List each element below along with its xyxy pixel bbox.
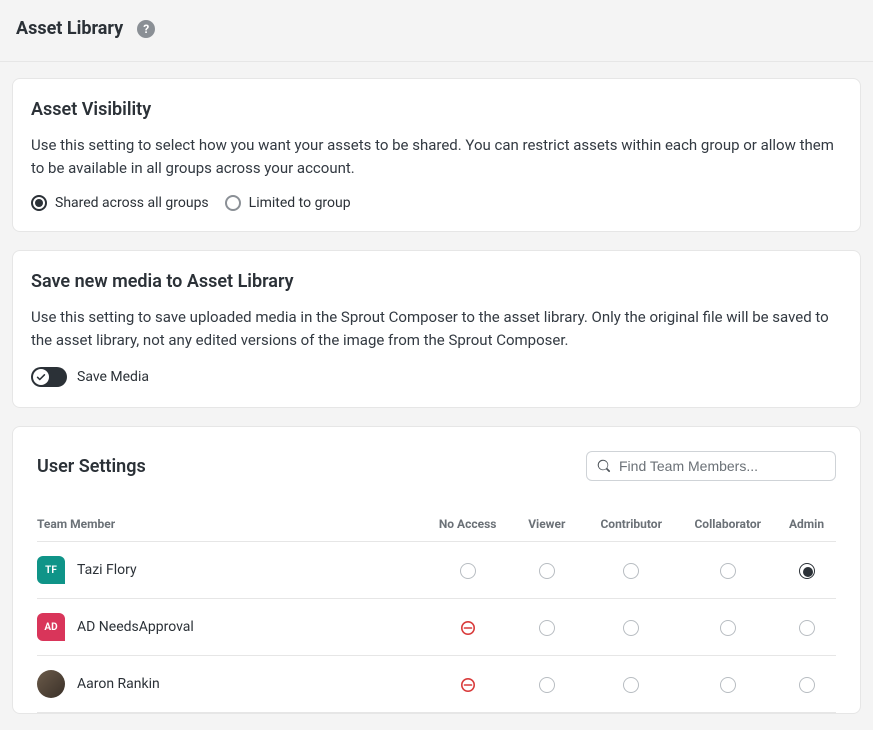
access-radio[interactable] (720, 677, 736, 693)
col-header-collaborator: Collaborator (678, 507, 777, 542)
save-media-title: Save new media to Asset Library (31, 271, 842, 292)
access-radio[interactable] (623, 677, 639, 693)
page-title: Asset Library (16, 18, 123, 39)
no-access-blocked-icon (460, 620, 476, 636)
search-team-members[interactable] (586, 451, 836, 481)
toggle-knob-check-icon (33, 369, 49, 385)
search-input[interactable] (619, 458, 825, 474)
access-cell-collaborator[interactable] (678, 656, 777, 713)
visibility-radio-group: Shared across all groups Limited to grou… (31, 195, 842, 211)
col-header-member: Team Member (37, 507, 426, 542)
access-radio[interactable] (623, 620, 639, 636)
user-settings-title: User Settings (37, 456, 146, 477)
access-radio[interactable] (623, 563, 639, 579)
access-radio[interactable] (799, 677, 815, 693)
member-name: AD NeedsApproval (77, 619, 194, 635)
help-icon[interactable]: ? (137, 20, 155, 38)
access-cell-admin[interactable] (777, 542, 836, 599)
access-cell-contributor[interactable] (584, 599, 679, 656)
access-cell-admin[interactable] (777, 656, 836, 713)
access-radio[interactable] (799, 563, 815, 579)
visibility-option-limited[interactable]: Limited to group (225, 195, 351, 211)
access-cell-collaborator[interactable] (678, 542, 777, 599)
access-radio[interactable] (539, 563, 555, 579)
col-header-admin: Admin (777, 507, 836, 542)
col-header-viewer: Viewer (510, 507, 584, 542)
access-radio[interactable] (720, 620, 736, 636)
access-radio[interactable] (460, 563, 476, 579)
table-row: AD AD NeedsApproval (37, 599, 836, 656)
access-cell-viewer[interactable] (510, 542, 584, 599)
radio-icon (225, 195, 241, 211)
access-cell-contributor[interactable] (584, 656, 679, 713)
member-name: Tazi Flory (77, 562, 137, 578)
access-cell-admin[interactable] (777, 599, 836, 656)
access-radio[interactable] (720, 563, 736, 579)
access-cell-noaccess[interactable] (426, 656, 510, 713)
col-header-contributor: Contributor (584, 507, 679, 542)
search-icon (597, 459, 611, 473)
member-cell: TF Tazi Flory (37, 556, 426, 584)
member-cell: Aaron Rankin (37, 670, 426, 698)
access-cell-viewer[interactable] (510, 599, 584, 656)
access-cell-collaborator[interactable] (678, 599, 777, 656)
avatar: AD (37, 613, 65, 641)
access-cell-viewer[interactable] (510, 656, 584, 713)
table-row: TF Tazi Flory (37, 542, 836, 599)
save-media-toggle-label: Save Media (77, 369, 149, 385)
user-settings-header: User Settings (37, 451, 836, 481)
table-row: Aaron Rankin (37, 656, 836, 713)
user-settings-card: User Settings Team Member No Access View… (12, 426, 861, 714)
visibility-option-shared[interactable]: Shared across all groups (31, 195, 209, 211)
access-cell-contributor[interactable] (584, 542, 679, 599)
access-cell-noaccess[interactable] (426, 542, 510, 599)
radio-icon (31, 195, 47, 211)
radio-label: Limited to group (249, 195, 351, 211)
asset-visibility-description: Use this setting to select how you want … (31, 134, 842, 179)
member-name: Aaron Rankin (77, 676, 160, 692)
access-cell-noaccess[interactable] (426, 599, 510, 656)
avatar: TF (37, 556, 65, 584)
page-header: Asset Library ? (0, 0, 873, 62)
access-radio[interactable] (539, 620, 555, 636)
access-radio[interactable] (799, 620, 815, 636)
save-media-card: Save new media to Asset Library Use this… (12, 250, 861, 408)
save-media-toggle[interactable] (31, 367, 67, 387)
asset-visibility-card: Asset Visibility Use this setting to sel… (12, 78, 861, 232)
access-radio[interactable] (539, 677, 555, 693)
asset-visibility-title: Asset Visibility (31, 99, 842, 120)
save-media-toggle-row: Save Media (31, 367, 842, 387)
save-media-description: Use this setting to save uploaded media … (31, 306, 842, 351)
team-members-table: Team Member No Access Viewer Contributor… (37, 507, 836, 713)
col-header-noaccess: No Access (426, 507, 510, 542)
content-area: Asset Visibility Use this setting to sel… (0, 62, 873, 730)
avatar (37, 670, 65, 698)
member-cell: AD AD NeedsApproval (37, 613, 426, 641)
no-access-blocked-icon (460, 677, 476, 693)
radio-label: Shared across all groups (55, 195, 209, 211)
